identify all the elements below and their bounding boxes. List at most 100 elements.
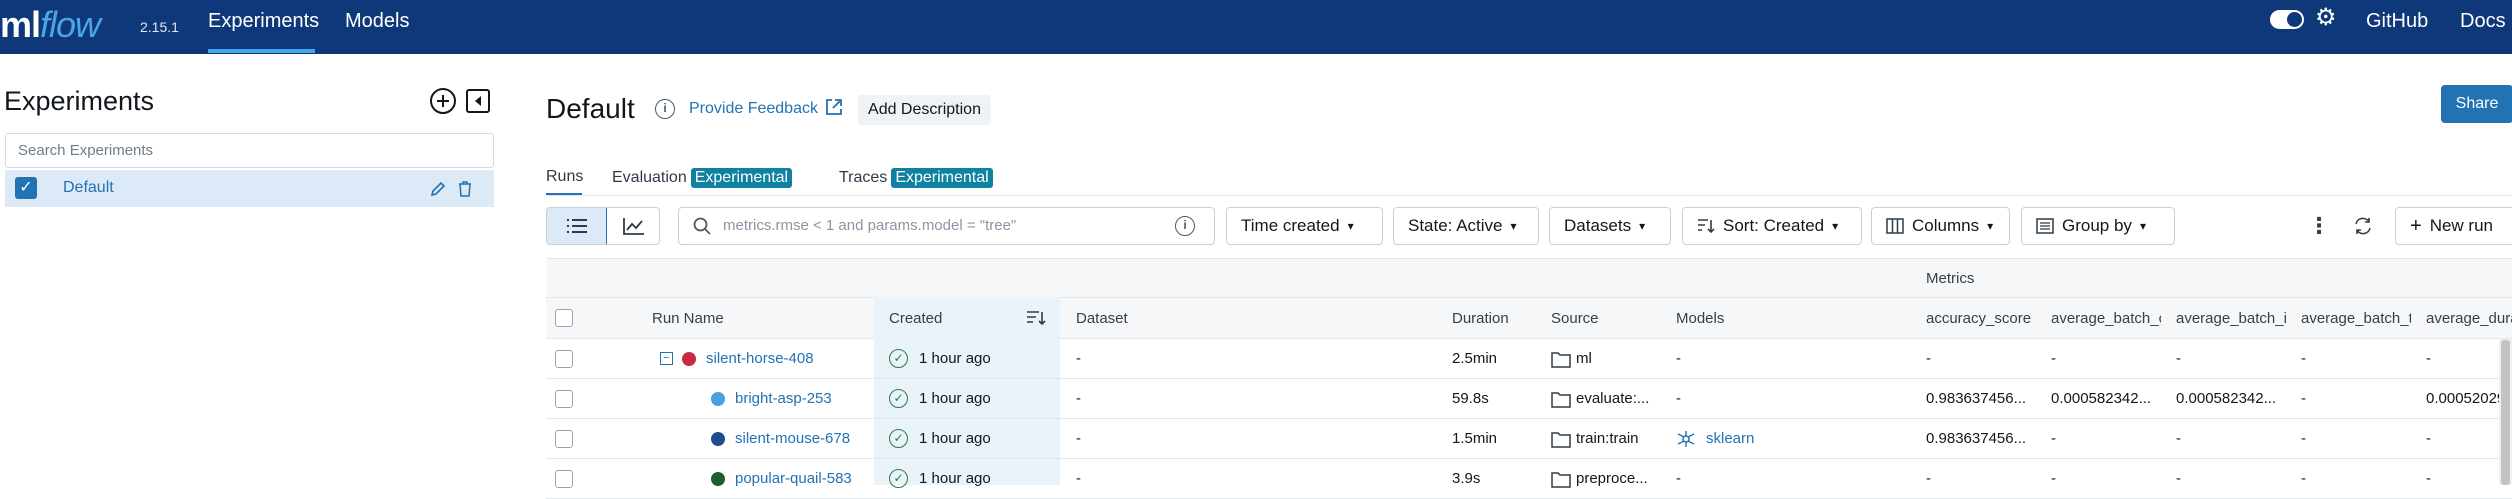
- run-name-link[interactable]: bright-asp-253: [735, 390, 832, 407]
- run-name-link[interactable]: silent-mouse-678: [735, 430, 850, 447]
- metric-cell: 0.983637456...: [1926, 430, 2027, 447]
- row-checkbox[interactable]: [555, 430, 573, 448]
- docs-link[interactable]: Docs: [2460, 10, 2506, 33]
- chart-view-button[interactable]: [607, 208, 659, 244]
- experiment-checkbox[interactable]: ✓: [15, 177, 37, 199]
- source-cell[interactable]: train:train: [1576, 430, 1639, 447]
- metric-cell: -: [2301, 430, 2306, 447]
- sort-descending-icon[interactable]: [1026, 310, 1046, 326]
- external-link-icon[interactable]: [824, 97, 844, 117]
- nav-models[interactable]: Models: [345, 10, 409, 33]
- time-created-dropdown[interactable]: Time created ▾: [1226, 207, 1383, 245]
- metric-cell: -: [2051, 430, 2056, 447]
- column-header-average-batch-c[interactable]: average_batch_c: [2051, 310, 2161, 327]
- collapse-group-icon[interactable]: −: [660, 352, 673, 365]
- metric-cell: -: [2426, 430, 2431, 447]
- metrics-group-header: Metrics: [1926, 270, 1975, 287]
- edit-icon[interactable]: [429, 180, 447, 198]
- dataset-cell: -: [1076, 350, 1081, 367]
- created-cell: 1 hour ago: [919, 390, 991, 407]
- grid-group-header: [546, 258, 2512, 297]
- scrollbar-thumb[interactable]: [2501, 340, 2510, 485]
- gear-icon[interactable]: ⚙: [2315, 6, 2337, 30]
- column-header-models[interactable]: Models: [1676, 310, 1724, 327]
- plus-icon: +: [2410, 214, 2422, 237]
- source-cell[interactable]: evaluate:...: [1576, 390, 1649, 407]
- columns-dropdown[interactable]: Columns ▾: [1871, 207, 2010, 245]
- github-link[interactable]: GitHub: [2366, 10, 2428, 33]
- experiment-label: Default: [63, 179, 114, 196]
- models-cell: -: [1676, 470, 1681, 487]
- column-header-dataset[interactable]: Dataset: [1076, 310, 1128, 327]
- collapse-sidebar-button[interactable]: [464, 87, 492, 115]
- tab-evaluation[interactable]: Evaluation Experimental: [612, 168, 793, 188]
- more-options-icon[interactable]: ⋮: [2308, 213, 2330, 239]
- source-cell[interactable]: preproce...: [1576, 470, 1648, 487]
- experiment-item-default[interactable]: ✓ Default: [5, 170, 494, 207]
- trash-icon[interactable]: [457, 180, 473, 198]
- column-header-run-name[interactable]: Run Name: [652, 310, 724, 327]
- created-cell: 1 hour ago: [919, 430, 991, 447]
- filter-info-icon[interactable]: i: [1175, 216, 1195, 236]
- folder-source-icon: [1551, 392, 1571, 408]
- state-dropdown[interactable]: State: Active ▾: [1393, 207, 1539, 245]
- datasets-dropdown[interactable]: Datasets ▾: [1549, 207, 1671, 245]
- create-experiment-button[interactable]: [428, 86, 458, 116]
- row-checkbox[interactable]: [555, 390, 573, 408]
- status-finished-icon: ✓: [889, 469, 908, 488]
- tab-runs[interactable]: Runs: [546, 168, 583, 186]
- view-mode-toggle: [546, 207, 660, 245]
- row-checkbox[interactable]: [555, 470, 573, 488]
- table-row[interactable]: popular-quail-583 ✓ 1 hour ago - 3.9s pr…: [546, 459, 2512, 499]
- new-run-button[interactable]: + New run: [2395, 207, 2512, 245]
- refresh-icon: [2355, 217, 2371, 235]
- group-by-dropdown[interactable]: Group by ▾: [2021, 207, 2175, 245]
- column-header-average-batch-i[interactable]: average_batch_i: [2176, 310, 2286, 327]
- models-cell: -: [1676, 350, 1681, 367]
- metric-cell: -: [2426, 470, 2431, 487]
- info-icon[interactable]: i: [655, 99, 675, 119]
- duration-cell: 59.8s: [1452, 390, 1489, 407]
- folder-source-icon: [1551, 352, 1571, 368]
- duration-cell: 1.5min: [1452, 430, 1498, 447]
- metric-cell: -: [2051, 350, 2056, 367]
- table-row[interactable]: bright-asp-253 ✓ 1 hour ago - 59.8s eval…: [546, 379, 2512, 419]
- row-checkbox[interactable]: [555, 350, 573, 368]
- column-header-average-dura[interactable]: average_dura: [2426, 310, 2512, 327]
- table-row[interactable]: silent-mouse-678 ✓ 1 hour ago - 1.5min t…: [546, 419, 2512, 459]
- models-cell[interactable]: sklearn: [1706, 430, 1754, 447]
- tab-traces[interactable]: Traces Experimental: [839, 168, 993, 188]
- search-experiments-input[interactable]: Search Experiments: [5, 133, 494, 168]
- share-button[interactable]: Share: [2441, 85, 2512, 123]
- metric-cell: -: [2176, 430, 2181, 447]
- source-cell[interactable]: ml: [1576, 350, 1592, 367]
- nav-experiments[interactable]: Experiments: [208, 10, 319, 33]
- dataset-cell: -: [1076, 430, 1081, 447]
- column-header-accuracy-score[interactable]: accuracy_score: [1926, 310, 2031, 327]
- status-finished-icon: ✓: [889, 429, 908, 448]
- column-header-average-batch-t[interactable]: average_batch_t: [2301, 310, 2411, 327]
- model-icon: [1677, 431, 1695, 447]
- column-header-source[interactable]: Source: [1551, 310, 1599, 327]
- active-nav-indicator: [208, 49, 315, 53]
- provide-feedback-link[interactable]: Provide Feedback: [689, 100, 818, 118]
- run-name-link[interactable]: popular-quail-583: [735, 470, 852, 487]
- refresh-button[interactable]: [2343, 207, 2383, 245]
- column-header-duration[interactable]: Duration: [1452, 310, 1509, 327]
- models-cell: -: [1676, 390, 1681, 407]
- run-name-link[interactable]: silent-horse-408: [706, 350, 814, 367]
- dark-mode-toggle[interactable]: [2270, 10, 2304, 29]
- table-row[interactable]: − silent-horse-408 ✓ 1 hour ago - 2.5min…: [546, 339, 2512, 379]
- created-cell: 1 hour ago: [919, 470, 991, 487]
- metric-cell: -: [2176, 470, 2181, 487]
- add-description-button[interactable]: Add Description: [858, 95, 991, 125]
- column-header-created[interactable]: Created: [889, 310, 942, 327]
- metric-cell: -: [2176, 350, 2181, 367]
- tab-divider: [546, 195, 2512, 196]
- collapse-sidebar-icon: [466, 89, 490, 113]
- run-filter-input[interactable]: metrics.rmse < 1 and params.model = "tre…: [678, 207, 1215, 245]
- sort-dropdown[interactable]: Sort: Created ▾: [1682, 207, 1862, 245]
- mlflow-logo[interactable]: mlflow: [0, 4, 101, 46]
- table-view-button[interactable]: [547, 208, 607, 244]
- select-all-checkbox[interactable]: [555, 309, 573, 327]
